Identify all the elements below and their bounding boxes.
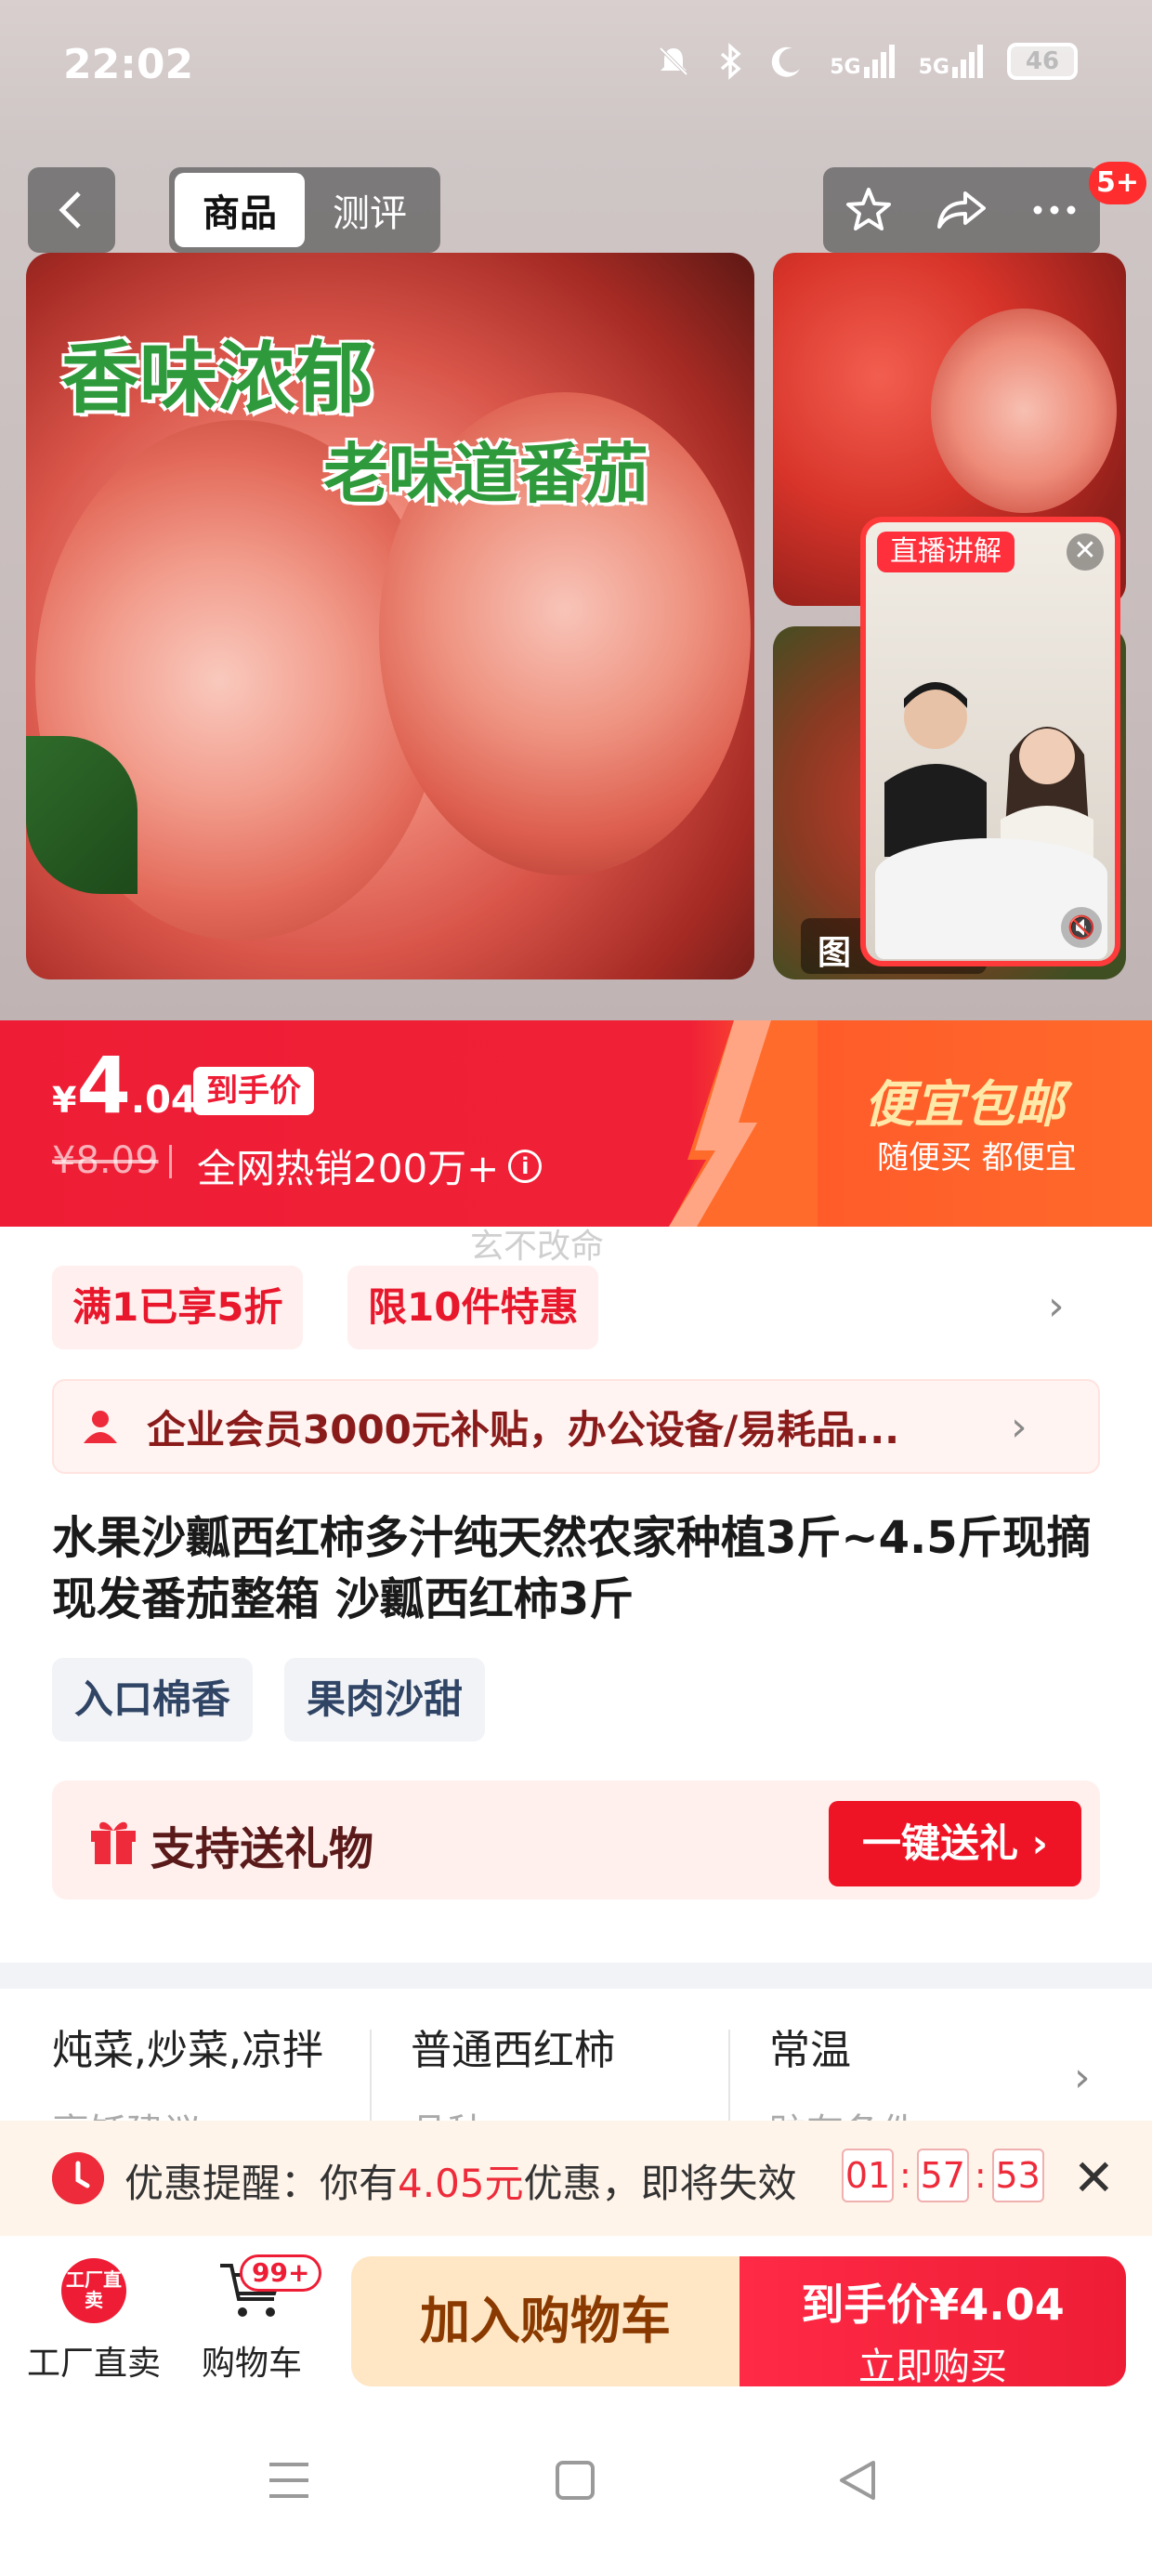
factory-direct-button[interactable]: 工厂直卖 工厂直卖 (24, 2258, 164, 2385)
attr-variety: 普通西红柿 品种 (411, 2017, 615, 2121)
live-tag: 直播讲解 (877, 532, 1015, 572)
coupon-chevron-icon[interactable]: › (1048, 1282, 1065, 1330)
status-time: 22:02 (63, 41, 194, 88)
gift-text: 支持送礼物 (151, 1823, 374, 1875)
attr-value: 普通西红柿 (411, 2027, 615, 2074)
send-gift-button[interactable]: 一键送礼 › (829, 1801, 1081, 1886)
back-nav-icon[interactable] (836, 2459, 879, 2502)
coupon-discount[interactable]: 满1已享5折 (52, 1266, 304, 1349)
attr-value: 炖菜,炒菜,凉拌 (52, 2027, 323, 2074)
live-close-button[interactable]: ✕ (1067, 533, 1104, 571)
slogan-line2: 老味道番茄 (323, 436, 648, 512)
timer-minutes: 57 (916, 2149, 969, 2202)
star-icon[interactable] (843, 184, 895, 236)
mute-icon[interactable]: 🔇 (1061, 907, 1102, 948)
buy-label: 立即购买 (858, 2346, 1007, 2388)
signal-5g-2: 5G (919, 45, 983, 78)
sales-info[interactable]: 全网热销200万+ i (197, 1137, 543, 1194)
status-bar: 22:02 5G 5G 46 (0, 0, 1152, 139)
watermark: 玄不改命 (470, 1228, 605, 1266)
signal-5g-1: 5G (830, 45, 895, 78)
bell-mute-icon (659, 46, 688, 76)
section-divider (0, 1963, 1152, 1989)
menu-icon[interactable] (266, 2459, 312, 2502)
attr-cooking: 炖菜,炒菜,凉拌 烹饪建议 (52, 2017, 323, 2121)
factory-icon: 工厂直卖 (61, 2258, 126, 2323)
clock-icon (52, 2152, 104, 2204)
tab-product[interactable]: 商品 (175, 173, 305, 247)
discount-reminder: 优惠提醒：你有4.05元优惠，即将失效 01 : 57 : 53 ✕ (0, 2121, 1152, 2236)
bluetooth-icon (721, 43, 741, 80)
coupon-limited[interactable]: 限10件特惠 (347, 1266, 599, 1349)
attr-key: 烹饪建议 (52, 2102, 323, 2121)
timer-seconds: 53 (991, 2149, 1044, 2202)
promo-subtitle: 随便买 都便宜 (877, 1139, 1077, 1176)
gift-bar: 支持送礼物 一键送礼 › (52, 1781, 1100, 1899)
notification-badge: 5+ (1089, 162, 1147, 204)
divider (169, 1145, 172, 1178)
final-price-tag: 到手价 (193, 1067, 314, 1115)
attr-divider (728, 2030, 730, 2121)
send-gift-label: 一键送礼 (862, 1820, 1019, 1866)
lightning-bolt-graphic (669, 1020, 818, 1227)
product-title: 水果沙瓤西红柿多汁纯天然农家种植3斤~4.5斤现摘现发番茄整箱 沙瓤西红柿3斤 (52, 1512, 1092, 1625)
chevron-left-icon (59, 191, 81, 229)
attr-divider (370, 2030, 372, 2121)
original-price: ¥8.09 (52, 1139, 159, 1182)
live-stream-card[interactable]: 直播讲解 ✕ 🔇 (860, 517, 1120, 966)
top-tabs: 商品 测评 (169, 167, 440, 253)
vip-chevron-icon: › (1011, 1402, 1028, 1451)
sales-text: 全网热销200万+ (197, 1146, 500, 1191)
promo-title: 便宜包邮 (864, 1075, 1065, 1134)
feature-tag: 果肉沙甜 (284, 1658, 486, 1741)
close-reminder-icon[interactable]: ✕ (1073, 2149, 1115, 2207)
status-icons: 5G 5G 46 (655, 43, 1078, 80)
host-male (884, 682, 987, 857)
cart-badge: 99+ (240, 2254, 322, 2292)
feature-tag: 入口棉香 (52, 1658, 254, 1741)
product-gallery: 商品 测评 5+ 香味浓郁 老味道番茄 图 直播讲解 ✕ 🔇 (0, 139, 1152, 1020)
vip-banner[interactable]: 企业会员3000元补贴，办公设备/易耗品... › (52, 1379, 1100, 1474)
tomato-cut (931, 309, 1117, 513)
system-nav-bar (0, 2390, 1152, 2576)
gift-icon (91, 1821, 136, 1864)
cart-label: 购物车 (201, 2345, 302, 2383)
price-banner: ¥ 4 .04 到手价 ¥8.09 全网热销200万+ i 便宜包邮 随便买 都… (0, 1020, 1152, 1227)
attr-value: 常温 (769, 2027, 851, 2074)
slogan-line1: 香味浓郁 (61, 333, 374, 424)
factory-label: 工厂直卖 (26, 2345, 161, 2383)
main-product-image[interactable]: 香味浓郁 老味道番茄 (26, 253, 754, 979)
buy-price: 到手价¥4.04 (801, 2280, 1065, 2330)
home-icon[interactable] (554, 2459, 596, 2502)
share-icon[interactable] (934, 184, 989, 236)
product-attributes[interactable]: 炖菜,炒菜,凉拌 烹饪建议 普通西红柿 品种 常温 贮存条件 › (0, 1989, 1152, 2121)
attr-chevron-icon: › (1074, 2054, 1091, 2101)
moon-icon (771, 46, 801, 77)
buy-now-button[interactable]: 到手价¥4.04 立即购买 (740, 2256, 1126, 2388)
info-icon: i (508, 1149, 543, 1183)
attr-key: 品种 (411, 2102, 615, 2121)
add-to-cart-button[interactable]: 加入购物车 (351, 2256, 740, 2386)
bottom-action-bar: 工厂直卖 工厂直卖 购物车 99+ 加入购物车 到手价¥4.04 立即购买 (0, 2236, 1152, 2390)
person-icon (84, 1411, 117, 1443)
battery-icon: 46 (1007, 43, 1078, 80)
top-actions (823, 167, 1100, 253)
attr-key: 贮存条件 (769, 2102, 918, 2121)
final-price: ¥ 4 .04 (52, 1040, 197, 1131)
timer-hours: 01 (842, 2149, 894, 2202)
vip-text: 企业会员3000元补贴，办公设备/易耗品... (147, 1406, 900, 1452)
reminder-text: 优惠提醒：你有4.05元优惠，即将失效 (124, 2161, 797, 2206)
product-detail-page: 22:02 5G 5G 46 商品 测评 5+ 香味浓郁 老味道番茄 图 直播讲… (0, 0, 1152, 2576)
more-icon[interactable] (1028, 184, 1080, 236)
countdown-timer: 01 : 57 : 53 (842, 2149, 1044, 2202)
tab-review[interactable]: 测评 (305, 173, 435, 247)
attr-storage: 常温 贮存条件 (769, 2017, 918, 2121)
back-button[interactable] (28, 167, 115, 253)
